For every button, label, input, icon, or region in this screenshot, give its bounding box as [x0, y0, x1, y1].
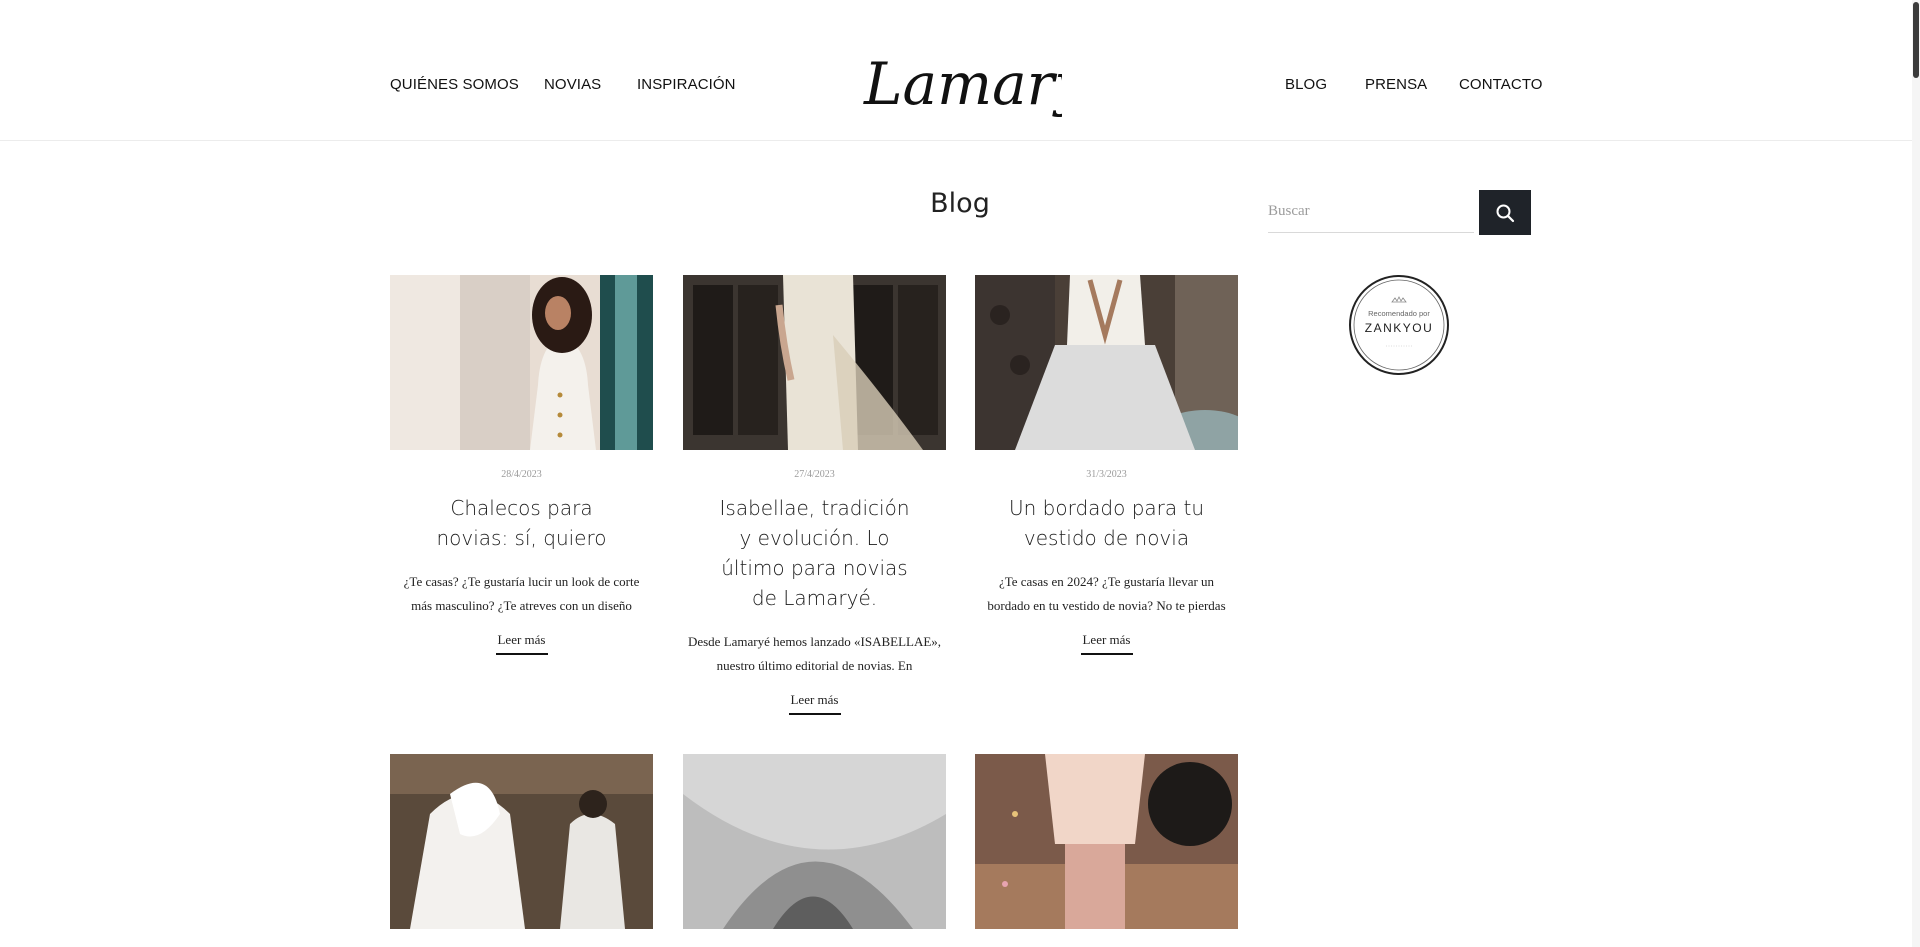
nav-blog[interactable]: BLOG: [1285, 76, 1327, 93]
post-excerpt: Desde Lamaryé hemos lanzado «ISABELLAE»,…: [687, 634, 942, 673]
post-date: 28/4/2023: [501, 469, 542, 480]
post-date: 27/4/2023: [794, 469, 835, 480]
nav-contacto[interactable]: CONTACTO: [1459, 76, 1543, 93]
post-excerpt: ¿Te casas? ¿Te gustaría lucir un look de…: [403, 574, 640, 613]
post-card: 31/3/2023 Un bordado para tu vestido de …: [975, 275, 1238, 655]
read-more-link[interactable]: Leer más: [1080, 632, 1133, 655]
read-more-link[interactable]: Leer más: [495, 632, 548, 655]
nav-novias[interactable]: NOVIAS: [544, 76, 601, 93]
page-title: Blog: [930, 188, 990, 219]
zankyou-badge[interactable]: Recomendado por ZANKYOU: [1348, 274, 1450, 376]
logo-text: Lamaryé: [863, 50, 1062, 118]
post-image[interactable]: [975, 275, 1238, 450]
scrollbar[interactable]: [1912, 0, 1920, 947]
post-image[interactable]: [683, 754, 946, 929]
read-more-link[interactable]: Leer más: [788, 692, 841, 715]
post-title[interactable]: Isabellae, tradición y evolución. Lo últ…: [720, 493, 910, 613]
post-title[interactable]: Chalecos para novias: sí, quiero: [422, 493, 622, 553]
nav-inspiracion[interactable]: INSPIRACIÓN: [637, 76, 736, 93]
post-card: 27/4/2023 Isabellae, tradición y evoluci…: [683, 275, 946, 715]
nav-prensa[interactable]: PRENSA: [1365, 76, 1427, 93]
nav-quienes-somos[interactable]: QUIÉNES SOMOS: [390, 76, 519, 93]
post-image[interactable]: [390, 754, 653, 929]
scrollbar-thumb[interactable]: [1913, 2, 1919, 78]
post-card: 28/4/2023 Chalecos para novias: sí, quie…: [390, 275, 653, 655]
badge-seal: Recomendado por ZANKYOU: [1349, 275, 1449, 375]
post-excerpt: ¿Te casas en 2024? ¿Te gustaría llevar u…: [987, 574, 1226, 613]
site-logo[interactable]: Lamaryé: [858, 32, 1122, 132]
search-button[interactable]: [1479, 190, 1531, 235]
search-box: [1268, 190, 1531, 235]
badge-line1: Recomendado por: [1368, 309, 1430, 318]
site-header: QUIÉNES SOMOS NOVIAS INSPIRACIÓN Lamaryé…: [0, 0, 1920, 141]
badge-line2: ZANKYOU: [1365, 321, 1434, 335]
post-title[interactable]: Un bordado para tu vestido de novia: [1007, 493, 1207, 553]
post-date: 31/3/2023: [1086, 469, 1127, 480]
post-image[interactable]: [683, 275, 946, 450]
lamarye-logo-mark: Lamaryé: [863, 50, 1122, 118]
search-icon: [1496, 204, 1515, 222]
post-image[interactable]: [390, 275, 653, 450]
search-input[interactable]: [1268, 190, 1474, 233]
post-image[interactable]: [975, 754, 1238, 929]
